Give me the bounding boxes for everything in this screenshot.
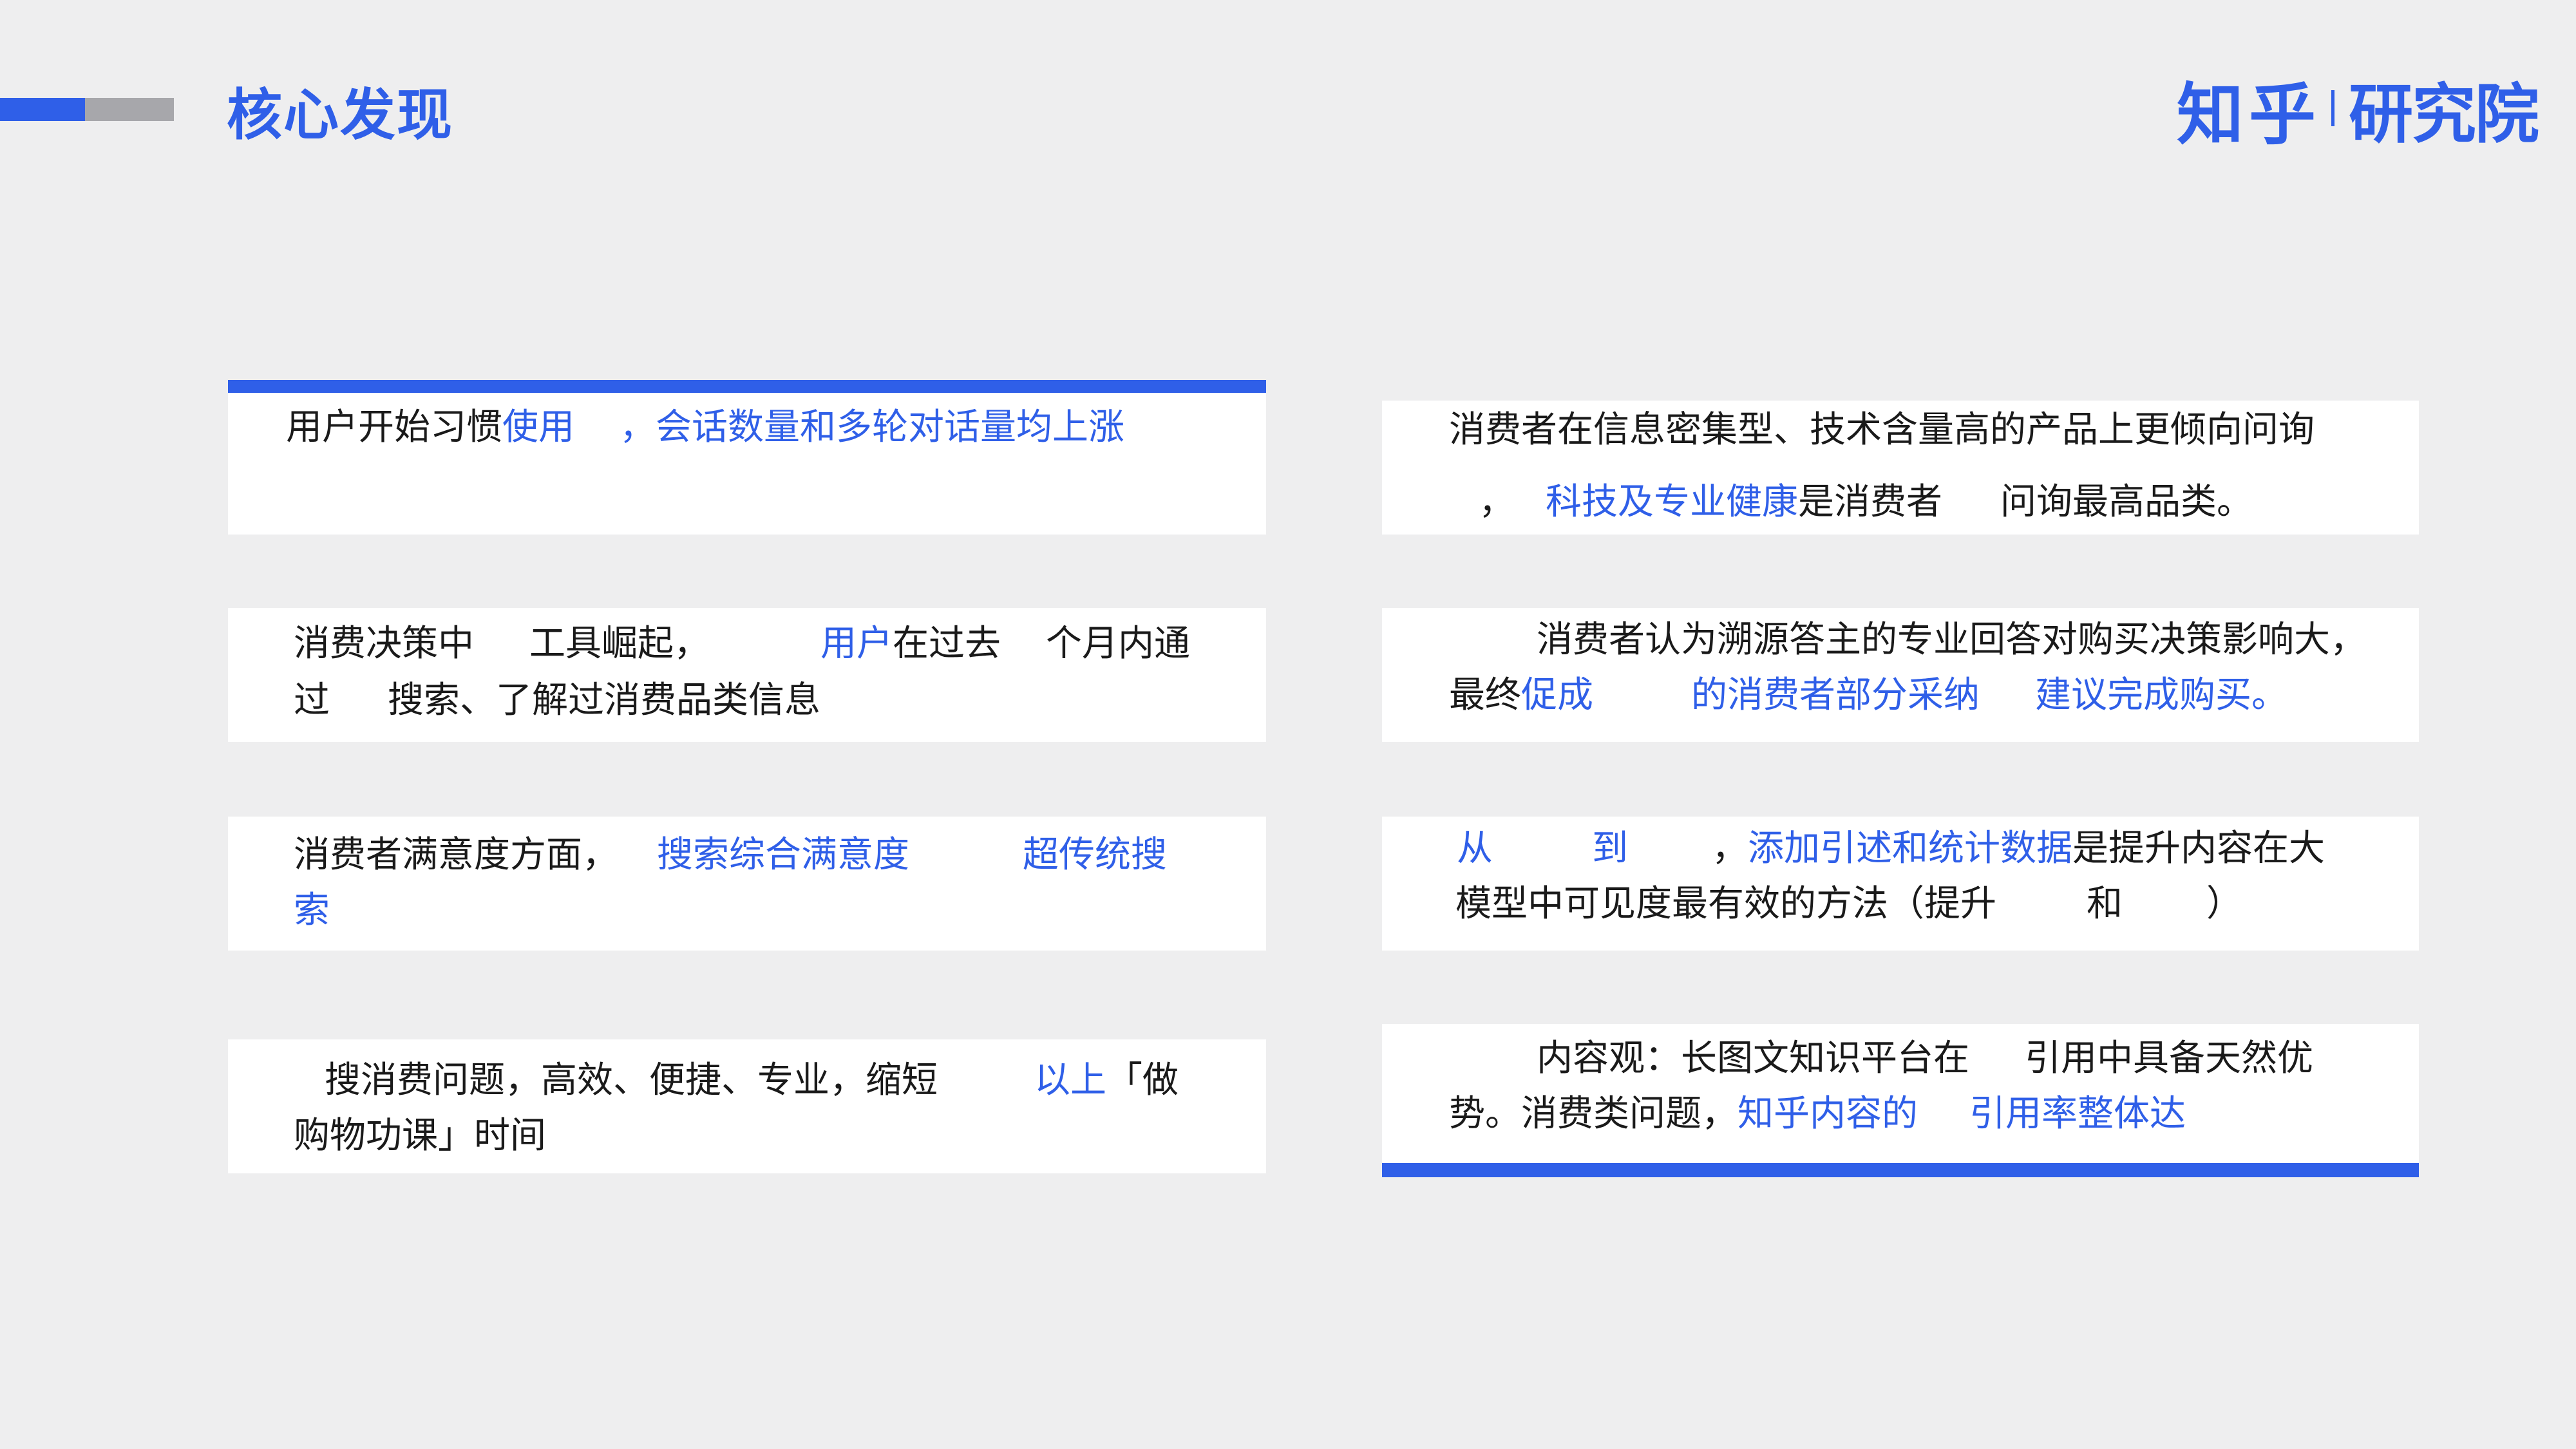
text-segment: 模型中可见度最有效的方法（提升 [1455, 883, 1996, 925]
highlight-text: 以上 [1034, 1059, 1106, 1101]
card-text-line: 消费者满意度方面， 搜索综合满意度 超传统搜 [294, 827, 1167, 884]
highlight-text: 超传统搜 [1023, 834, 1167, 876]
card-text-line: ， 科技及专业健康是消费者 问询最高品类。 [1479, 474, 2253, 531]
text-segment: 工具崛起， [529, 623, 710, 665]
card-text-line: 消费者在信息密集型、技术含量高的产品上更倾向问询 [1449, 402, 2315, 459]
text-segment: 过 [294, 679, 330, 721]
highlight-text: 的消费者部分采纳 [1691, 674, 1980, 716]
highlight-text: 从 [1457, 828, 1493, 869]
text-segment: 搜消费问题，高效、便捷、专业，缩短 [325, 1059, 938, 1101]
text-segment: 个月内通 [1046, 623, 1190, 665]
text-segment: 「做 [1106, 1059, 1179, 1101]
text-segment: 消费决策中 [294, 623, 474, 665]
text-segment: ） [2206, 883, 2242, 925]
page-title: 核心发现 [227, 83, 453, 147]
text-segment: 搜索、了解过消费品类信息 [388, 679, 820, 721]
card-text-line: 从 到 ，添加引述和统计数据是提升内容在大 [1457, 820, 2325, 877]
text-segment: 引用中具备天然优 [2025, 1037, 2313, 1079]
highlight-text: 促成 [1521, 674, 1593, 716]
highlight-text: 科技及专业健康 [1546, 481, 1798, 523]
highlight-text: 用户 [820, 623, 893, 665]
logo-brand: 知乎 [2177, 75, 2322, 154]
finding-card-left-3: 消费者满意度方面， 搜索综合满意度 超传统搜 索 [228, 817, 1266, 951]
text-segment: ， [1479, 481, 1515, 523]
highlight-text: 搜索综合满意度 [657, 834, 909, 876]
card-text-line: 购物功课」时间 [294, 1108, 546, 1164]
card-text-line: 模型中可见度最有效的方法（提升 和 ） [1455, 876, 2242, 933]
text-segment: 消费者满意度方面， [294, 834, 618, 876]
text-segment: 势。消费类问题， [1449, 1093, 1738, 1135]
highlight-text: ，会话数量和多轮对话量均上涨 [620, 406, 1124, 448]
logo-separator [2331, 90, 2335, 126]
highlight-text: 引用率整体达 [1969, 1093, 2186, 1135]
card-text-line: 消费者认为溯源答主的专业回答对购买决策影响大， [1537, 612, 2366, 668]
finding-card-right-1: 消费者在信息密集型、技术含量高的产品上更倾向问询 ， 科技及专业健康是消费者 问询最… [1382, 401, 2419, 535]
zhihu-research-logo: 知乎 研究院 [2177, 70, 2539, 154]
finding-card-right-2: 消费者认为溯源答主的专业回答对购买决策影响大， 最终促成 的消费者部分采纳 建议完成… [1382, 608, 2419, 742]
text-segment: 是消费者 [1798, 481, 1942, 523]
text-segment: 是提升内容在大 [2072, 828, 2325, 869]
text-segment: 消费者认为溯源答主的专业回答对购买决策影响大， [1537, 619, 2366, 661]
text-segment: 和 [2087, 883, 2123, 925]
card-text-line: 最终促成 的消费者部分采纳 建议完成购买。 [1449, 667, 2287, 724]
text-segment: 在过去 [893, 623, 1001, 665]
text-segment: 内容观：长图文知识平台在 [1537, 1037, 1969, 1079]
card-bottom-accent-bar [1382, 1163, 2419, 1177]
text-segment: 问询最高品类。 [2000, 481, 2253, 523]
finding-card-left-1: 用户开始习惯使用 ，会话数量和多轮对话量均上涨 [228, 380, 1266, 535]
finding-card-right-3: 从 到 ，添加引述和统计数据是提升内容在大 模型中可见度最有效的方法（提升 和 ） [1382, 817, 2419, 951]
highlight-text: 到 [1592, 828, 1628, 869]
highlight-text: 索 [294, 889, 330, 931]
card-text-line: 内容观：长图文知识平台在 引用中具备天然优 [1537, 1030, 2313, 1087]
text-segment: 消费者在信息密集型、技术含量高的产品上更倾向问询 [1449, 409, 2315, 451]
card-top-accent-bar [228, 380, 1266, 393]
text-segment: 购物功课」时间 [294, 1115, 546, 1157]
text-segment: 用户开始习惯 [286, 406, 502, 448]
card-text-line: 势。消费类问题，知乎内容的 引用率整体达 [1449, 1086, 2186, 1142]
finding-card-left-4: 搜消费问题，高效、便捷、专业，缩短 以上「做 购物功课」时间 [228, 1039, 1266, 1173]
highlight-text: 建议完成购买。 [2035, 674, 2287, 716]
finding-card-right-4: 内容观：长图文知识平台在 引用中具备天然优 势。消费类问题，知乎内容的 引用率整体达 [1382, 1024, 2419, 1177]
finding-card-left-2: 消费决策中 工具崛起， 用户在过去 个月内通 过 搜索、了解过消费品类信息 [228, 608, 1266, 742]
text-segment: ， [1712, 828, 1748, 869]
highlight-text: 使用 [502, 406, 574, 448]
card-text-line: 消费决策中 工具崛起， 用户在过去 个月内通 [294, 616, 1190, 672]
highlight-text: 添加引述和统计数据 [1748, 828, 2072, 869]
card-text-line: 索 [294, 882, 330, 939]
card-text-line: 用户开始习惯使用 ，会话数量和多轮对话量均上涨 [286, 399, 1124, 456]
header-accent-bar-gray [85, 98, 174, 121]
card-text-line: 搜消费问题，高效、便捷、专业，缩短 以上「做 [325, 1052, 1179, 1109]
text-segment: 最终 [1449, 674, 1521, 716]
highlight-text: 知乎内容的 [1738, 1093, 1918, 1135]
card-text-line: 过 搜索、了解过消费品类信息 [294, 672, 820, 729]
logo-sub: 研究院 [2349, 76, 2539, 152]
header-accent-bar-blue [0, 98, 85, 121]
